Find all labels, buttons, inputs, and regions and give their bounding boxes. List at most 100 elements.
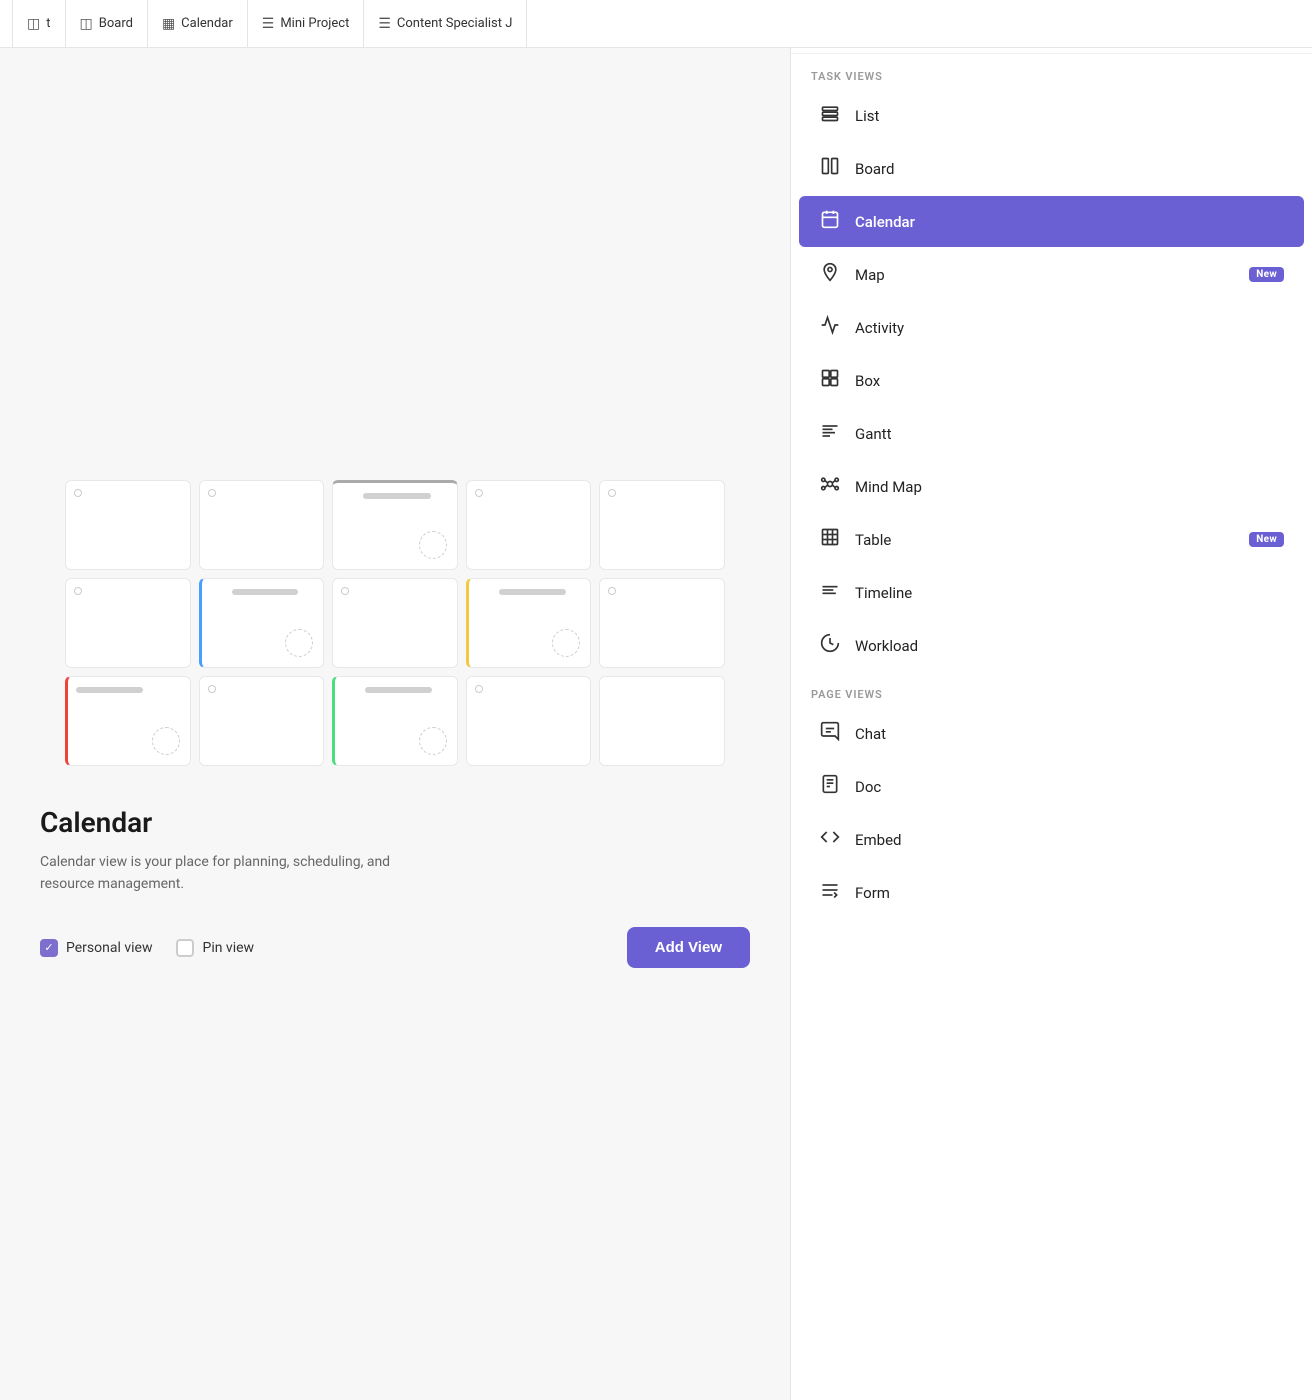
view-item-calendar[interactable]: Calendar: [799, 196, 1304, 247]
tab-board-icon: ◫: [80, 16, 93, 32]
tab-content-specialist-label: Content Specialist J: [397, 16, 513, 31]
view-item-box[interactable]: Box: [799, 355, 1304, 406]
cal-cell-7: [199, 578, 325, 668]
cal-dot: [475, 489, 483, 497]
view-item-doc[interactable]: Doc: [799, 761, 1304, 812]
cal-dot: [608, 489, 616, 497]
tab-t[interactable]: ◫ t: [12, 0, 66, 47]
tab-calendar-label: Calendar: [181, 16, 233, 31]
pin-view-option[interactable]: Pin view: [176, 939, 254, 957]
cal-dot: [208, 489, 216, 497]
tab-mini-project[interactable]: ☰ Mini Project: [248, 0, 365, 47]
cal-cell-2: [199, 480, 325, 570]
view-item-workload-label: Workload: [855, 637, 1284, 655]
cal-circle: [419, 727, 447, 755]
tab-content-specialist-icon: ☰: [378, 16, 391, 32]
view-item-list-label: List: [855, 107, 1284, 125]
cal-cell-6: [65, 578, 191, 668]
table-badge-new: New: [1249, 532, 1284, 547]
pin-view-checkbox[interactable]: [176, 939, 194, 957]
cal-cell-3: [332, 480, 458, 570]
cal-cell-8: [332, 578, 458, 668]
view-item-mind-map[interactable]: Mind Map: [799, 461, 1304, 512]
calendar-title: Calendar: [40, 806, 152, 839]
view-item-embed-label: Embed: [855, 831, 1284, 849]
cal-cell-11: [65, 676, 191, 766]
tab-bar: ◫ t ◫ Board ▦ Calendar ☰ Mini Project ☰ …: [0, 0, 1312, 48]
view-item-map[interactable]: Map New: [799, 249, 1304, 300]
tab-board[interactable]: ◫ Board: [66, 0, 148, 47]
embed-icon: [819, 827, 841, 852]
workload-icon: [819, 633, 841, 658]
cal-bar: [363, 493, 431, 499]
cal-circle: [419, 531, 447, 559]
activity-icon: [819, 315, 841, 340]
cal-bar: [76, 687, 143, 693]
personal-view-option[interactable]: ✓ Personal view: [40, 939, 152, 957]
view-picker-panel: TASK VIEWS List Board Calendar: [790, 0, 1312, 1400]
view-item-workload[interactable]: Workload: [799, 620, 1304, 671]
cal-circle: [552, 629, 580, 657]
cal-bar: [365, 687, 432, 693]
cal-cell-13: [332, 676, 458, 766]
view-item-chat-label: Chat: [855, 725, 1284, 743]
view-item-activity[interactable]: Activity: [799, 302, 1304, 353]
tab-content-specialist[interactable]: ☰ Content Specialist J: [364, 0, 527, 47]
add-view-button[interactable]: Add View: [627, 927, 750, 968]
view-item-gantt[interactable]: Gantt: [799, 408, 1304, 459]
tab-mini-project-label: Mini Project: [280, 16, 349, 31]
map-badge-new: New: [1249, 267, 1284, 282]
view-item-box-label: Box: [855, 372, 1284, 390]
cal-dot: [74, 489, 82, 497]
cal-dot: [341, 587, 349, 595]
view-item-map-label: Map: [855, 266, 1235, 284]
view-item-doc-label: Doc: [855, 778, 1284, 796]
cal-circle: [285, 629, 313, 657]
doc-icon: [819, 774, 841, 799]
cal-dot: [608, 587, 616, 595]
calendar-description: Calendar view is your place for planning…: [40, 851, 440, 896]
view-item-list[interactable]: List: [799, 90, 1304, 141]
table-icon: [819, 527, 841, 552]
cal-cell-5: [599, 480, 725, 570]
task-views-label: TASK VIEWS: [791, 54, 1312, 89]
calendar-grid: [65, 480, 725, 766]
view-item-timeline[interactable]: Timeline: [799, 567, 1304, 618]
personal-view-checkbox[interactable]: ✓: [40, 939, 58, 957]
tab-calendar-icon: ▦: [162, 16, 175, 32]
view-item-board[interactable]: Board: [799, 143, 1304, 194]
tab-mini-project-icon: ☰: [262, 16, 275, 32]
tab-t-icon: ◫: [27, 16, 40, 32]
tab-calendar[interactable]: ▦ Calendar: [148, 0, 248, 47]
view-item-form[interactable]: Form: [799, 867, 1304, 918]
view-item-calendar-label: Calendar: [855, 213, 1284, 231]
tab-board-label: Board: [99, 16, 133, 31]
cal-dot: [475, 685, 483, 693]
view-item-gantt-label: Gantt: [855, 425, 1284, 443]
chat-icon: [819, 721, 841, 746]
checkbox-check-icon: ✓: [44, 941, 53, 954]
view-item-timeline-label: Timeline: [855, 584, 1284, 602]
view-item-board-label: Board: [855, 160, 1284, 178]
tab-t-label: t: [46, 16, 50, 31]
board-icon: [819, 156, 841, 181]
timeline-icon: [819, 580, 841, 605]
cal-bar: [232, 589, 299, 595]
calendar-options: ✓ Personal view Pin view Add View: [40, 927, 750, 968]
calendar-view-icon: [819, 209, 841, 234]
cal-dot: [208, 685, 216, 693]
view-item-embed[interactable]: Embed: [799, 814, 1304, 865]
form-icon: [819, 880, 841, 905]
cal-cell-9: [466, 578, 592, 668]
cal-cell-10: [599, 578, 725, 668]
personal-view-label: Personal view: [66, 940, 152, 956]
list-icon: [819, 103, 841, 128]
pin-view-label: Pin view: [202, 940, 254, 956]
cal-cell-15: [599, 676, 725, 766]
cal-cell-12: [199, 676, 325, 766]
page-views-label: PAGE VIEWS: [791, 672, 1312, 707]
view-item-table[interactable]: Table New: [799, 514, 1304, 565]
view-item-form-label: Form: [855, 884, 1284, 902]
view-item-mindmap-label: Mind Map: [855, 478, 1284, 496]
view-item-chat[interactable]: Chat: [799, 708, 1304, 759]
